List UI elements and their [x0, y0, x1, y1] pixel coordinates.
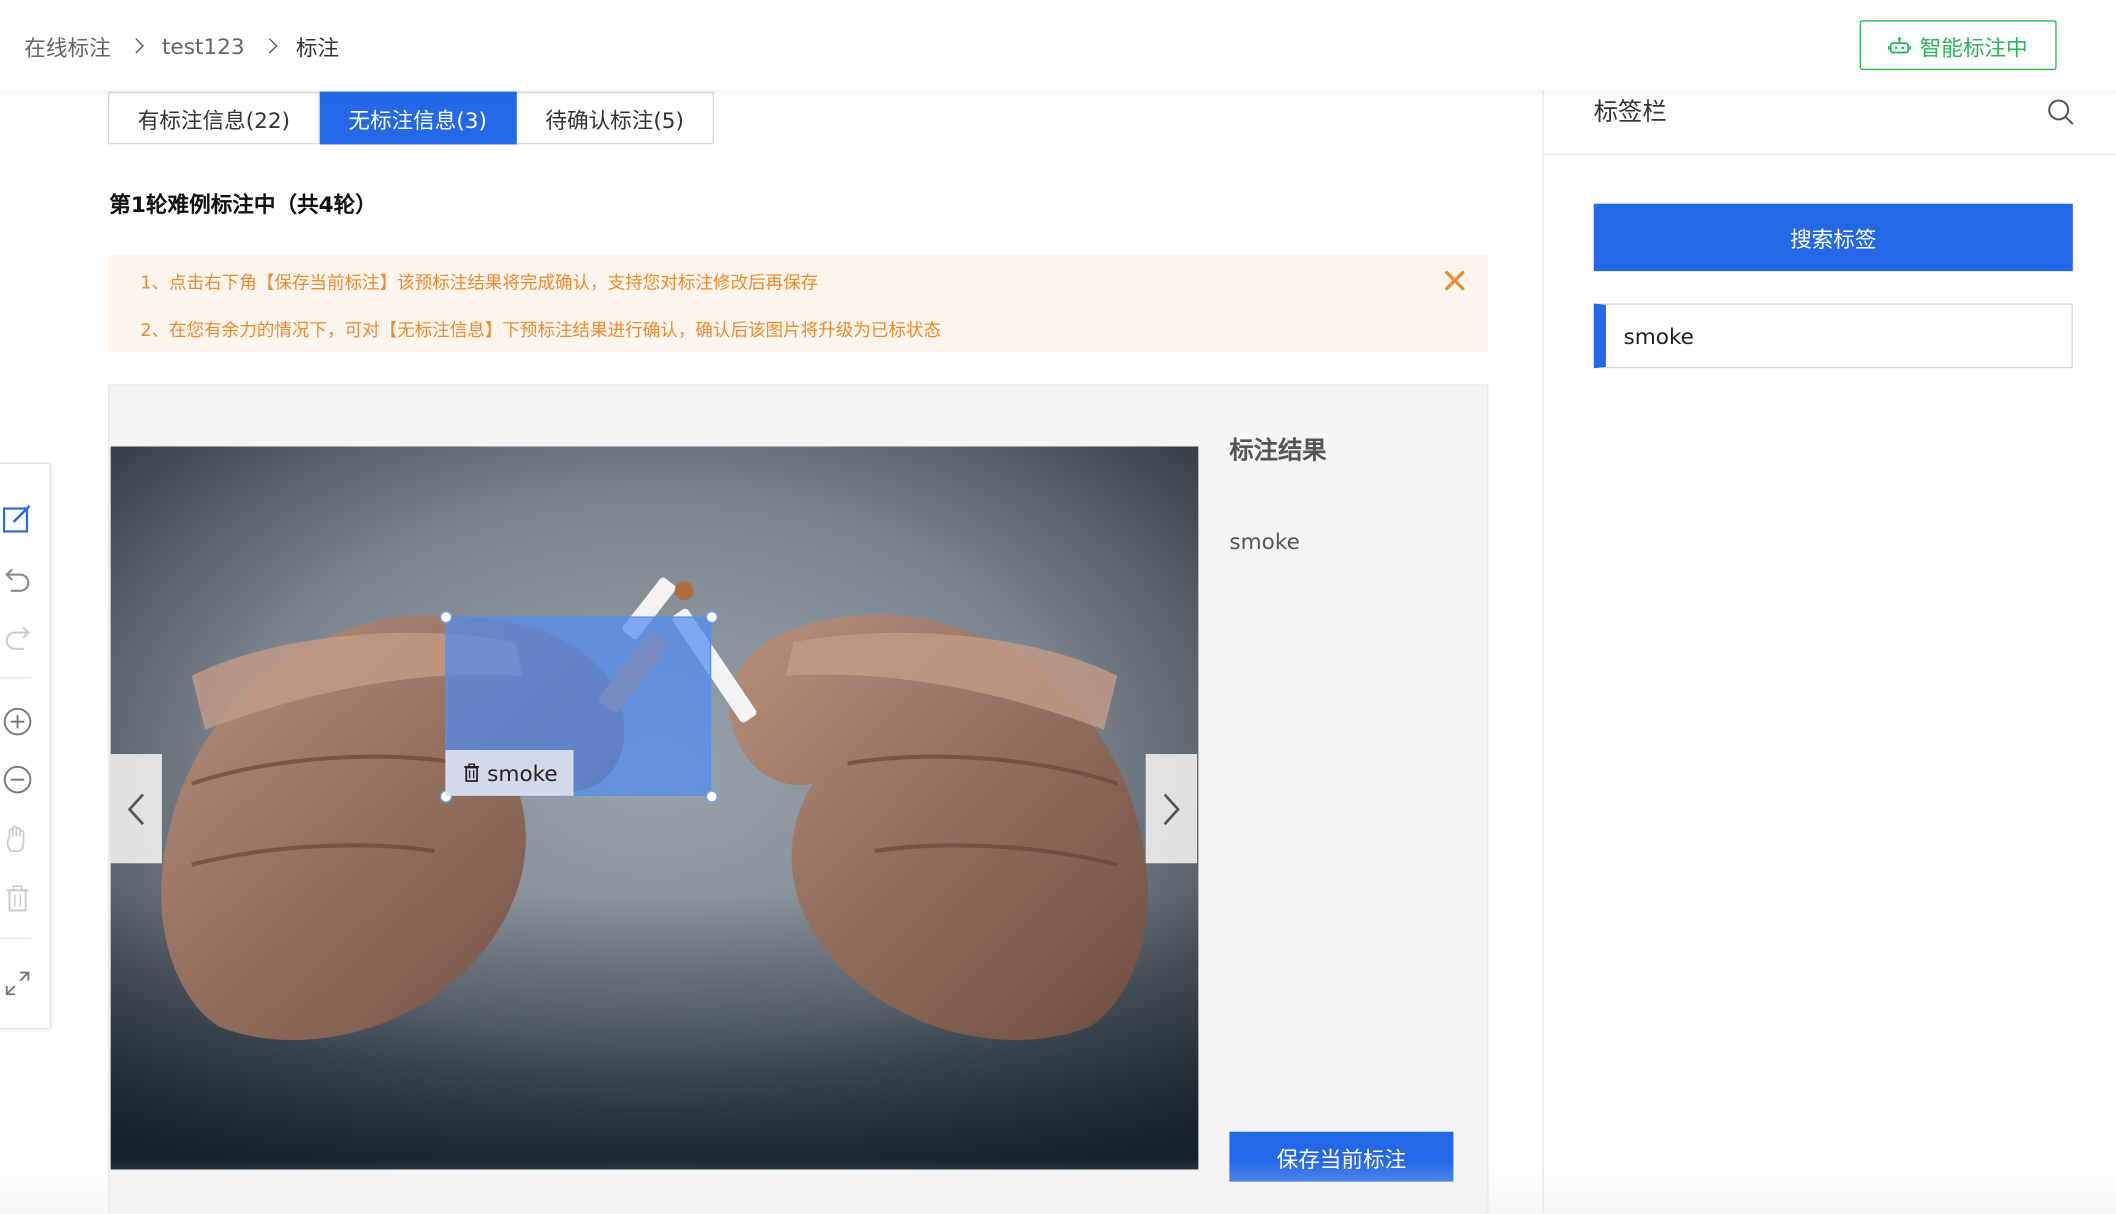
trash-icon — [6, 885, 29, 912]
breadcrumb-item-dataset[interactable]: test123 — [162, 33, 245, 59]
pan-tool[interactable] — [0, 820, 36, 858]
chevron-left-icon — [127, 792, 145, 825]
breadcrumb: 在线标注 test123 标注 — [24, 30, 339, 62]
cigarette-photo — [110, 446, 1199, 1170]
sidebar-header: 标签栏 — [1543, 90, 2116, 156]
label-item[interactable]: smoke — [1593, 303, 2073, 369]
hand-icon — [6, 825, 25, 853]
edit-tool[interactable] — [0, 500, 36, 538]
trash-icon[interactable] — [463, 763, 481, 782]
label-sidebar: 标签栏 搜索标签 smoke — [1542, 90, 2116, 1214]
chevron-right-icon — [130, 36, 143, 55]
notice-line-1: 1、点击右下角【保存当前标注】该预标注结果将完成确认，支持您对标注修改后再保存 — [140, 273, 819, 295]
zoom-in-tool[interactable] — [0, 703, 36, 741]
undo-icon — [5, 568, 30, 592]
tab-unannotated[interactable]: 无标注信息(3) — [319, 91, 517, 145]
redo-tool[interactable] — [0, 618, 36, 656]
search-label-button[interactable]: 搜索标签 — [1593, 203, 2073, 272]
notice-banner: 1、点击右下角【保存当前标注】该预标注结果将完成确认，支持您对标注修改后再保存 … — [107, 254, 1489, 353]
resize-handle[interactable] — [705, 611, 718, 624]
robot-icon — [1888, 36, 1912, 53]
chevron-right-icon — [264, 36, 277, 55]
fullscreen-icon — [5, 971, 30, 996]
resize-handle[interactable] — [439, 611, 453, 624]
bbox-label-tag[interactable]: smoke — [445, 749, 574, 796]
redo-icon — [5, 626, 30, 650]
resize-handle[interactable] — [705, 790, 718, 803]
prev-image-button[interactable] — [110, 754, 162, 864]
sidebar-title: 标签栏 — [1593, 98, 1667, 127]
result-item[interactable]: smoke — [1229, 529, 1300, 555]
zoom-in-icon — [3, 707, 32, 736]
close-icon[interactable] — [1443, 268, 1467, 292]
chevron-right-icon — [1163, 792, 1180, 825]
notice-line-2: 2、在您有余力的情况下，可对【无标注信息】下预标注结果进行确认，确认后该图片将升… — [140, 321, 941, 342]
breadcrumb-item-current: 标注 — [295, 35, 340, 61]
zoom-out-tool[interactable] — [0, 761, 36, 799]
undo-tool[interactable] — [0, 560, 36, 598]
top-header: 在线标注 test123 标注 智能标注中 — [0, 0, 2116, 91]
toolbar-divider — [0, 677, 32, 679]
zoom-out-icon — [3, 765, 32, 794]
edit-icon — [2, 504, 31, 533]
round-title: 第1轮难例标注中（共4轮） — [109, 191, 377, 218]
left-toolbar — [0, 462, 52, 1030]
save-annotation-button[interactable]: 保存当前标注 — [1229, 1131, 1454, 1182]
tab-annotated[interactable]: 有标注信息(22) — [107, 91, 320, 145]
fullscreen-tool[interactable] — [0, 964, 36, 1002]
delete-tool[interactable] — [0, 879, 36, 917]
annotation-tabs: 有标注信息(22) 无标注信息(3) 待确认标注(5) — [107, 91, 714, 145]
annotation-image[interactable] — [110, 446, 1199, 1170]
smart-annotation-label: 智能标注中 — [1919, 34, 2028, 61]
breadcrumb-item-online-annotation[interactable]: 在线标注 — [24, 30, 110, 62]
search-icon[interactable] — [2047, 98, 2074, 125]
result-title: 标注结果 — [1229, 437, 1327, 466]
bbox-label-text: smoke — [487, 760, 558, 786]
next-image-button[interactable] — [1145, 754, 1198, 864]
toolbar-divider — [0, 937, 32, 939]
smart-annotation-button[interactable]: 智能标注中 — [1859, 20, 2057, 71]
tab-pending-confirm[interactable]: 待确认标注(5) — [516, 91, 714, 145]
